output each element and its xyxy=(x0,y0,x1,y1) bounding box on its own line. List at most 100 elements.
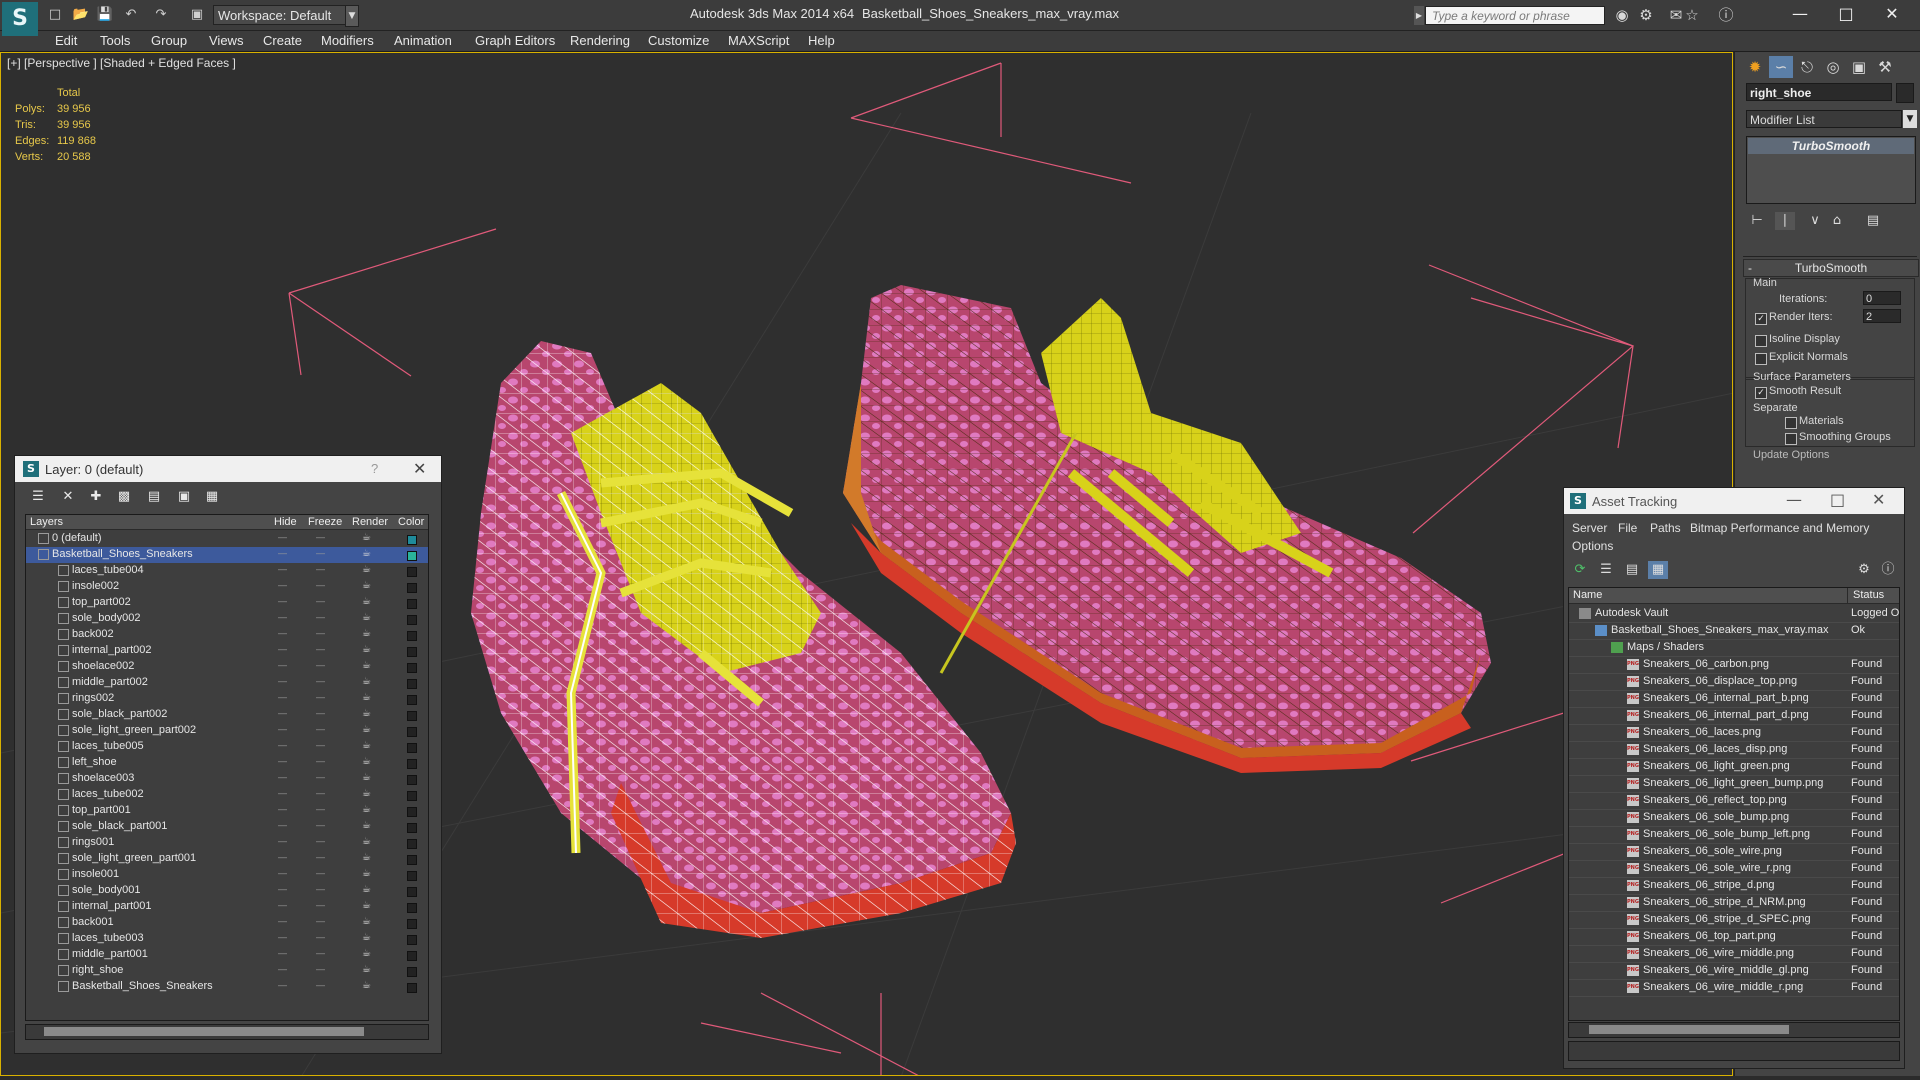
layer-row[interactable]: laces_tube003 — — ☕ xyxy=(26,931,428,947)
layer-row[interactable]: sole_black_part002 — — ☕ xyxy=(26,707,428,723)
hide-toggle-icon[interactable]: — xyxy=(278,772,287,782)
refresh-icon[interactable]: ⟳ xyxy=(1570,561,1590,579)
freeze-toggle-icon[interactable]: — xyxy=(316,708,325,718)
asset-row[interactable]: PNG Sneakers_06_sole_wire.png Found xyxy=(1569,843,1899,861)
asset-maximize-icon[interactable]: □ xyxy=(1830,490,1845,509)
hide-toggle-icon[interactable]: — xyxy=(278,964,287,974)
smoothing-groups-checkbox[interactable] xyxy=(1785,433,1797,445)
layer-color-swatch[interactable] xyxy=(407,775,417,785)
layer-color-swatch[interactable] xyxy=(407,919,417,929)
menu-edit[interactable]: Edit xyxy=(55,33,77,48)
render-toggle-icon[interactable]: ☕ xyxy=(362,564,371,575)
freeze-toggle-icon[interactable]: — xyxy=(316,644,325,654)
render-toggle-icon[interactable]: ☕ xyxy=(362,756,371,767)
layer-color-swatch[interactable] xyxy=(407,791,417,801)
asset-row[interactable]: PNG Sneakers_06_wire_middle_r.png Found xyxy=(1569,979,1899,997)
hide-toggle-icon[interactable]: — xyxy=(278,836,287,846)
layer-row[interactable]: laces_tube002 — — ☕ xyxy=(26,787,428,803)
asset-row[interactable]: PNG Sneakers_06_displace_top.png Found xyxy=(1569,673,1899,691)
object-color-swatch[interactable] xyxy=(1896,83,1914,103)
hide-toggle-icon[interactable]: — xyxy=(278,580,287,590)
asset-row[interactable]: PNG Sneakers_06_light_green_bump.png Found xyxy=(1569,775,1899,793)
layer-color-swatch[interactable] xyxy=(407,647,417,657)
render-toggle-icon[interactable]: ☕ xyxy=(362,868,371,879)
asset-row[interactable]: PNG Sneakers_06_carbon.png Found xyxy=(1569,656,1899,674)
modify-tab-icon[interactable]: ∽ xyxy=(1769,56,1793,78)
layer-row[interactable]: insole002 — — ☕ xyxy=(26,579,428,595)
list-view-icon[interactable]: ☰ xyxy=(1596,561,1616,579)
asset-scroll-thumb[interactable] xyxy=(1589,1025,1789,1034)
open-file-icon[interactable]: 📂 xyxy=(72,6,90,24)
explicit-normals-checkbox[interactable] xyxy=(1755,353,1767,365)
layer-color-swatch[interactable] xyxy=(407,615,417,625)
menu-graph-editors[interactable]: Graph Editors xyxy=(475,33,555,48)
asset-horizontal-scrollbar[interactable] xyxy=(1568,1022,1900,1038)
layer-row[interactable]: insole001 — — ☕ xyxy=(26,867,428,883)
hide-toggle-icon[interactable]: — xyxy=(278,708,287,718)
render-toggle-icon[interactable]: ☕ xyxy=(362,820,371,831)
utilities-tab-icon[interactable]: ⚒ xyxy=(1873,56,1897,78)
freeze-toggle-icon[interactable]: — xyxy=(316,756,325,766)
layer-row[interactable]: rings002 — — ☕ xyxy=(26,691,428,707)
menu-customize[interactable]: Customize xyxy=(648,33,709,48)
render-toggle-icon[interactable]: ☕ xyxy=(362,692,371,703)
freeze-toggle-icon[interactable]: — xyxy=(316,980,325,990)
app-logo-button[interactable]: S xyxy=(2,2,38,36)
layer-row[interactable]: top_part002 — — ☕ xyxy=(26,595,428,611)
maximize-window-button[interactable]: □ xyxy=(1826,2,1866,26)
freeze-toggle-icon[interactable]: — xyxy=(316,724,325,734)
iterations-spinner[interactable]: 0 xyxy=(1863,291,1901,305)
layer-row[interactable]: laces_tube004 — — ☕ xyxy=(26,563,428,579)
render-toggle-icon[interactable]: ☕ xyxy=(362,836,371,847)
freeze-toggle-icon[interactable]: — xyxy=(316,772,325,782)
hide-toggle-icon[interactable]: — xyxy=(278,740,287,750)
menu-tools[interactable]: Tools xyxy=(100,33,130,48)
freeze-toggle-icon[interactable]: — xyxy=(316,740,325,750)
hide-toggle-icon[interactable]: — xyxy=(278,532,287,542)
asset-minimize-icon[interactable]: — xyxy=(1786,490,1802,509)
hide-toggle-icon[interactable]: — xyxy=(278,932,287,942)
layer-color-swatch[interactable] xyxy=(407,855,417,865)
layer-color-swatch[interactable] xyxy=(407,887,417,897)
header-layers[interactable]: Layers xyxy=(30,516,63,528)
asset-row[interactable]: PNG Sneakers_06_wire_middle.png Found xyxy=(1569,945,1899,963)
asset-close-icon[interactable]: ✕ xyxy=(1872,490,1885,509)
save-file-icon[interactable]: 💾 xyxy=(96,6,114,24)
search-input[interactable]: Type a keyword or phrase xyxy=(1425,6,1605,25)
render-toggle-icon[interactable]: ☕ xyxy=(362,772,371,783)
add-selection-to-layer-icon[interactable]: ▩ xyxy=(113,487,135,507)
render-toggle-icon[interactable]: ☕ xyxy=(362,740,371,751)
layer-row[interactable]: right_shoe — — ☕ xyxy=(26,963,428,979)
hide-toggle-icon[interactable]: — xyxy=(278,628,287,638)
render-toggle-icon[interactable]: ☕ xyxy=(362,660,371,671)
asset-row[interactable]: PNG Sneakers_06_reflect_top.png Found xyxy=(1569,792,1899,810)
freeze-toggle-icon[interactable]: — xyxy=(316,820,325,830)
close-window-button[interactable]: ✕ xyxy=(1872,2,1912,26)
freeze-toggle-icon[interactable]: — xyxy=(316,564,325,574)
layer-color-swatch[interactable] xyxy=(407,759,417,769)
freeze-toggle-icon[interactable]: — xyxy=(316,916,325,926)
asset-row[interactable]: PNG Sneakers_06_light_green.png Found xyxy=(1569,758,1899,776)
hide-toggle-icon[interactable]: — xyxy=(278,676,287,686)
header-render[interactable]: Render xyxy=(352,516,388,528)
menu-group[interactable]: Group xyxy=(151,33,187,48)
asset-row[interactable]: PNG Sneakers_06_top_part.png Found xyxy=(1569,928,1899,946)
freeze-toggle-icon[interactable]: — xyxy=(316,852,325,862)
minimize-window-button[interactable]: — xyxy=(1780,2,1820,26)
render-toggle-icon[interactable]: ☕ xyxy=(362,580,371,591)
isoline-display-checkbox[interactable] xyxy=(1755,335,1767,347)
freeze-toggle-icon[interactable]: — xyxy=(316,948,325,958)
hide-toggle-icon[interactable]: — xyxy=(278,660,287,670)
freeze-toggle-icon[interactable]: — xyxy=(316,676,325,686)
render-toggle-icon[interactable]: ☕ xyxy=(362,724,371,735)
asset-menu-file[interactable]: File xyxy=(1618,521,1637,535)
layer-color-swatch[interactable] xyxy=(407,951,417,961)
layer-row[interactable]: sole_body002 — — ☕ xyxy=(26,611,428,627)
render-toggle-icon[interactable]: ☕ xyxy=(362,964,371,975)
undo-icon[interactable]: ↶ xyxy=(122,6,140,24)
hide-toggle-icon[interactable]: — xyxy=(278,804,287,814)
freeze-toggle-icon[interactable]: — xyxy=(316,932,325,942)
update-options-label[interactable]: Update Options xyxy=(1753,449,1829,461)
layer-row[interactable]: sole_light_green_part002 — — ☕ xyxy=(26,723,428,739)
layer-row[interactable]: laces_tube005 — — ☕ xyxy=(26,739,428,755)
